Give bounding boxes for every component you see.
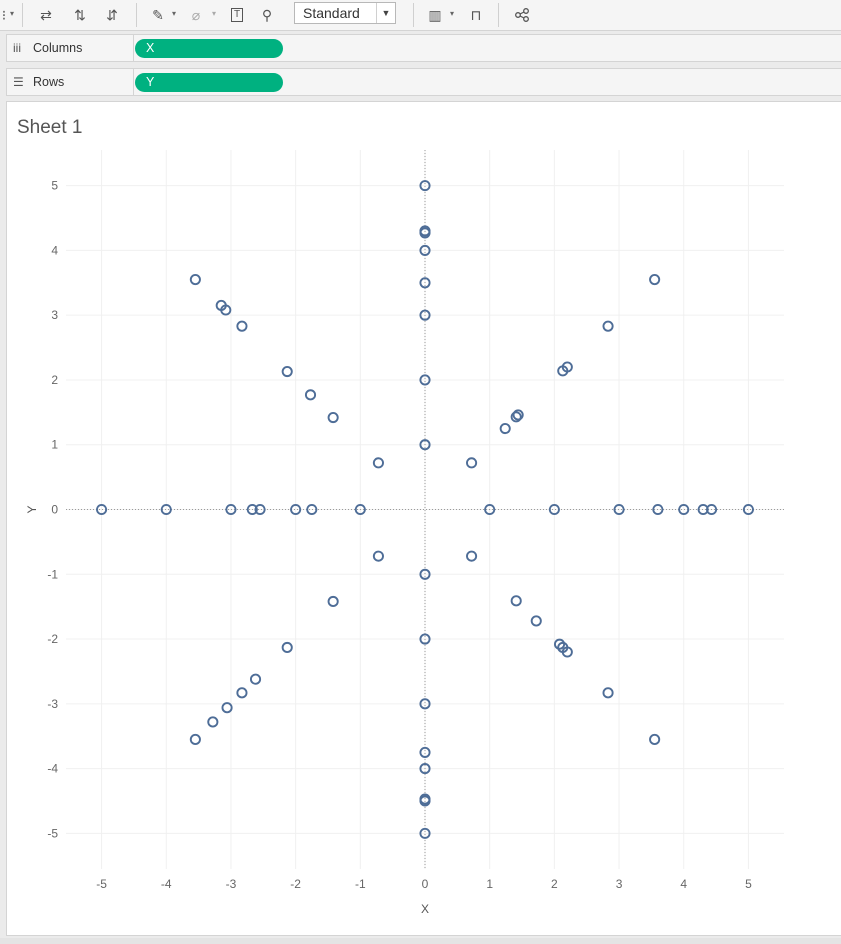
- data-point: [530, 615, 542, 627]
- toolbar: ⁝ ▾ ⇄ ⇅ ⇵ ✎ ▾ ⌀ ▾ T ⚲ Standard ▼ ▥ ▾ ⊓: [0, 0, 841, 31]
- y-tick-label: 4: [51, 243, 58, 257]
- chevron-down-icon[interactable]: ▾: [450, 9, 454, 18]
- x-tick-label: 5: [745, 877, 752, 891]
- columns-label-text: Columns: [33, 41, 83, 55]
- y-tick-label: -2: [47, 632, 58, 646]
- toolbar-divider: [498, 3, 499, 27]
- pin-icon[interactable]: ⚲: [257, 5, 277, 25]
- data-point: [221, 702, 233, 714]
- x-tick-label: -1: [355, 877, 366, 891]
- x-tick-label: -4: [161, 877, 172, 891]
- chevron-down-icon[interactable]: ▾: [172, 9, 176, 18]
- data-point: [372, 550, 384, 562]
- y-tick-label: 1: [51, 438, 58, 452]
- toolbar-divider: [22, 3, 23, 27]
- columns-shelf: iii Columns X: [6, 34, 841, 62]
- data-point: [649, 273, 661, 286]
- y-tick-label: 2: [51, 373, 58, 387]
- rows-shelf-label: ☰ Rows: [7, 69, 134, 95]
- highlight-icon[interactable]: ✎: [148, 5, 168, 25]
- x-tick-label: 0: [422, 877, 429, 891]
- data-point: [304, 389, 317, 401]
- chevron-down-icon[interactable]: ▼: [376, 3, 395, 23]
- x-tick-label: 4: [680, 877, 687, 891]
- rows-shelf: ☰ Rows Y: [6, 68, 841, 96]
- x-tick-label: 1: [486, 877, 493, 891]
- data-point: [499, 422, 511, 435]
- group-members-icon[interactable]: ⌀: [186, 5, 206, 25]
- data-point: [327, 595, 339, 608]
- data-point: [189, 273, 201, 286]
- data-point: [602, 320, 614, 332]
- data-point: [249, 673, 262, 685]
- fit-value: Standard: [303, 5, 360, 21]
- x-tick-label: -2: [290, 877, 301, 891]
- y-tick-label: 3: [51, 308, 58, 322]
- toolbar-divider: [136, 3, 137, 27]
- x-field-pill[interactable]: X: [135, 39, 283, 58]
- columns-shelf-label: iii Columns: [7, 35, 134, 61]
- rows-icon: ☰: [13, 75, 24, 89]
- y-field-pill[interactable]: Y: [135, 73, 283, 92]
- x-axis-title: X: [421, 902, 429, 916]
- fit-dropdown[interactable]: Standard ▼: [294, 2, 396, 24]
- data-point: [236, 320, 248, 332]
- y-tick-label: -3: [47, 697, 58, 711]
- y-axis-title: Y: [25, 505, 39, 513]
- data-point: [281, 641, 293, 654]
- data-point: [602, 687, 614, 699]
- x-tick-label: -3: [226, 877, 237, 891]
- sort-descending-icon[interactable]: ⇵: [102, 5, 122, 25]
- x-tick-label: -5: [96, 877, 107, 891]
- rows-label-text: Rows: [33, 75, 65, 89]
- data-point: [510, 595, 522, 607]
- status-bar: [0, 938, 841, 944]
- show-me-icon[interactable]: ▥: [425, 5, 445, 25]
- data-point: [189, 733, 201, 746]
- y-tick-label: 5: [51, 179, 58, 193]
- data-point: [207, 716, 219, 728]
- chevron-down-icon[interactable]: ▾: [10, 9, 14, 18]
- swap-rows-cols-icon[interactable]: ⇄: [36, 5, 56, 25]
- share-icon[interactable]: [512, 5, 532, 25]
- data-point: [466, 550, 478, 562]
- presentation-icon[interactable]: ⊓: [466, 5, 486, 25]
- data-point: [649, 733, 661, 746]
- y-tick-label: -1: [47, 567, 58, 581]
- y-tick-label: 0: [51, 503, 58, 517]
- label-marks-icon[interactable]: T: [227, 5, 247, 25]
- y-tick-label: -5: [47, 826, 58, 840]
- columns-icon: iii: [13, 41, 21, 55]
- sort-ascending-icon[interactable]: ⇅: [70, 5, 90, 25]
- x-tick-label: 3: [616, 877, 623, 891]
- chevron-down-icon[interactable]: ▾: [212, 9, 216, 18]
- y-tick-label: -4: [47, 762, 58, 776]
- data-point: [236, 687, 248, 699]
- data-point: [372, 457, 384, 469]
- scatter-chart: -5 -4 -3 -2 -1 0 1 2 3 4 5 5 4 3 2 1 0 -1 -2 -3 -4 -5 X Y: [25, 150, 784, 916]
- data-point: [327, 411, 339, 424]
- worksheet-view: Sheet 1 -5 -4 -3 -2 -1 0 1 2 3 4 5 5 4 3 2 1 0 -1 -2 -3 -4 -5…: [6, 101, 841, 936]
- data-point: [281, 365, 293, 378]
- toolbar-divider: [413, 3, 414, 27]
- x-tick-label: 2: [551, 877, 558, 891]
- data-point: [466, 457, 478, 469]
